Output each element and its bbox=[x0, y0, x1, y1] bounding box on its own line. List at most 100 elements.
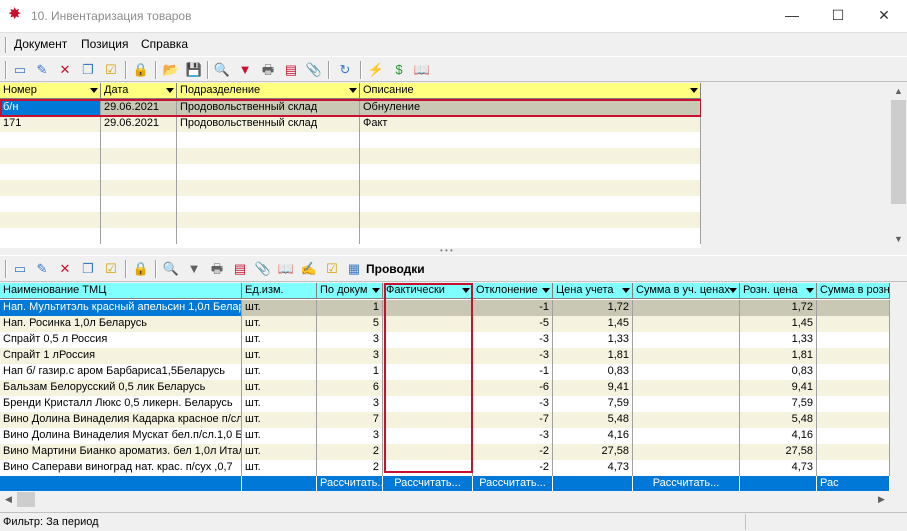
table-row[interactable]: 171 29.06.2021 Продовольственный склад Факт bbox=[0, 116, 701, 132]
menu-help[interactable]: Справка bbox=[141, 37, 188, 51]
copy-icon[interactable]: ❐ bbox=[79, 61, 97, 79]
delete-icon[interactable]: ✕ bbox=[56, 260, 74, 278]
column-header[interactable]: Отклонение bbox=[473, 283, 553, 299]
items-vscrollbar[interactable] bbox=[890, 283, 907, 491]
table-row[interactable]: Нап. Росинка 1,0л Беларусь шт. 5 -5 1,45 1,45 bbox=[0, 316, 890, 332]
edit-doc-icon[interactable]: ✍ bbox=[300, 260, 318, 278]
table-row[interactable]: Вино Саперави виноград нат. крас. п/сух … bbox=[0, 460, 890, 476]
column-header[interactable]: Розн. цена bbox=[740, 283, 817, 299]
scroll-up-icon[interactable]: ▲ bbox=[890, 83, 907, 100]
close-button[interactable]: ✕ bbox=[861, 0, 907, 32]
delete-icon[interactable]: ✕ bbox=[56, 61, 74, 79]
table-row[interactable]: Спрайт 1 лРоссия шт. 3 -3 1,81 1,81 bbox=[0, 348, 890, 364]
provodki-button[interactable]: Проводки bbox=[366, 262, 425, 276]
new-icon[interactable]: ▭ bbox=[11, 61, 29, 79]
dropdown-arrow-icon[interactable] bbox=[166, 88, 174, 93]
table-row[interactable]: Вино Мартини Бианко ароматиз. бел 1,0л И… bbox=[0, 444, 890, 460]
calculate-button[interactable]: Рассчитать... bbox=[317, 476, 383, 491]
calculate-button[interactable]: Рассчитать... bbox=[383, 476, 473, 491]
column-header[interactable]: Описание bbox=[360, 83, 701, 99]
book-icon[interactable]: 📖 bbox=[277, 260, 295, 278]
checklist-icon[interactable]: ☑ bbox=[102, 61, 120, 79]
maximize-button[interactable]: ☐ bbox=[815, 0, 861, 32]
table-row[interactable]: Вино Долина Винаделия Мускат бел.п/сл.1,… bbox=[0, 428, 890, 444]
splitter-grip[interactable]: • • • bbox=[440, 247, 470, 255]
lock-icon[interactable]: 🔒 bbox=[132, 260, 150, 278]
lightning-icon[interactable]: ⚡ bbox=[367, 61, 385, 79]
report-icon[interactable]: ▤ bbox=[282, 61, 300, 79]
print-icon[interactable]: 🖶 bbox=[208, 260, 226, 278]
save-icon[interactable]: 💾 bbox=[185, 61, 203, 79]
table-cell: Продовольственный склад bbox=[177, 116, 360, 132]
filter-icon[interactable]: ▼ bbox=[185, 260, 203, 278]
scroll-thumb[interactable] bbox=[891, 100, 906, 204]
dropdown-arrow-icon[interactable] bbox=[542, 288, 550, 293]
empty-row bbox=[0, 132, 701, 148]
menu-document[interactable]: Документ bbox=[14, 37, 67, 51]
documents-vscrollbar[interactable]: ▲ ▼ bbox=[890, 83, 907, 248]
table-row[interactable]: Нап б/ газир.с аром Барбариса1,5Беларусь… bbox=[0, 364, 890, 380]
open-icon[interactable]: 📂 bbox=[162, 61, 180, 79]
attach-icon[interactable]: 📎 bbox=[254, 260, 272, 278]
table-cell: шт. bbox=[242, 380, 317, 396]
column-header[interactable]: Ед.изм. bbox=[242, 283, 317, 299]
lock-icon[interactable]: 🔒 bbox=[132, 61, 150, 79]
column-header[interactable]: Фактически bbox=[383, 283, 473, 299]
dropdown-arrow-icon[interactable] bbox=[690, 88, 698, 93]
attach-icon[interactable]: 📎 bbox=[305, 61, 323, 79]
column-header[interactable]: Подразделение bbox=[177, 83, 360, 99]
menu-position[interactable]: Позиция bbox=[81, 37, 128, 51]
checklist-icon[interactable]: ☑ bbox=[102, 260, 120, 278]
toolbar-separator bbox=[125, 61, 127, 79]
new-icon[interactable]: ▭ bbox=[11, 260, 29, 278]
table-cell: 4,16 bbox=[553, 428, 633, 444]
minimize-button[interactable]: — bbox=[769, 0, 815, 32]
dropdown-arrow-icon[interactable] bbox=[462, 288, 470, 293]
column-header[interactable]: По докум bbox=[317, 283, 383, 299]
dropdown-arrow-icon[interactable] bbox=[622, 288, 630, 293]
dropdown-arrow-icon[interactable] bbox=[349, 88, 357, 93]
sign-icon[interactable]: ☑ bbox=[323, 260, 341, 278]
table-row[interactable]: Спрайт 0,5 л Россия шт. 3 -3 1,33 1,33 bbox=[0, 332, 890, 348]
scroll-right-icon[interactable]: ▶ bbox=[873, 491, 890, 508]
report-icon[interactable]: ▤ bbox=[231, 260, 249, 278]
edit-icon[interactable]: ✎ bbox=[33, 260, 51, 278]
table-row[interactable]: Нап. Мультитэль красный апельсин 1,0л Бе… bbox=[0, 300, 890, 316]
column-header[interactable]: Сумма в уч. ценах bbox=[633, 283, 740, 299]
find-icon[interactable]: 🔍 bbox=[162, 260, 180, 278]
print-icon[interactable]: 🖶 bbox=[259, 61, 277, 79]
dropdown-arrow-icon[interactable] bbox=[90, 88, 98, 93]
table-row[interactable]: Бренди Кристалл Люкс 0,5 ликерн. Беларус… bbox=[0, 396, 890, 412]
scroll-left-icon[interactable]: ◀ bbox=[0, 491, 17, 508]
table-row[interactable]: Вино Долина Винаделия Кадарка красное п/… bbox=[0, 412, 890, 428]
refresh-icon[interactable]: ↻ bbox=[336, 61, 354, 79]
dropdown-arrow-icon[interactable] bbox=[729, 288, 737, 293]
dropdown-arrow-icon[interactable] bbox=[372, 288, 380, 293]
scroll-down-icon[interactable]: ▼ bbox=[890, 231, 907, 248]
table-row[interactable]: Бальзам Белорусский 0,5 лик Беларусь шт. 6… bbox=[0, 380, 890, 396]
column-header[interactable]: Сумма в розн bbox=[817, 283, 890, 299]
book-icon[interactable]: 📖 bbox=[413, 61, 431, 79]
column-header[interactable]: Дата bbox=[101, 83, 177, 99]
filter-icon[interactable]: ▼ bbox=[236, 61, 254, 79]
calculate-button[interactable]: Рас bbox=[817, 476, 890, 491]
calculate-button[interactable]: Рассчитать... bbox=[633, 476, 740, 491]
find-icon[interactable]: 🔍 bbox=[213, 61, 231, 79]
column-header[interactable]: Номер bbox=[0, 83, 101, 99]
calculate-button[interactable]: Рассчитать... bbox=[473, 476, 553, 491]
toolbar-separator bbox=[360, 61, 362, 79]
table-cell bbox=[817, 316, 890, 332]
column-header[interactable]: Цена учета bbox=[553, 283, 633, 299]
money-icon[interactable]: $ bbox=[390, 61, 408, 79]
table-cell bbox=[817, 364, 890, 380]
column-header[interactable]: Наименование ТМЦ bbox=[0, 283, 242, 299]
hscroll-thumb[interactable] bbox=[17, 492, 35, 507]
items-hscrollbar[interactable]: ◀ ▶ bbox=[0, 491, 907, 508]
table-row[interactable]: б/н 29.06.2021 Продовольственный склад Обну… bbox=[0, 100, 701, 116]
table-cell: 9,41 bbox=[740, 380, 817, 396]
provodki-icon[interactable]: ▦ bbox=[345, 260, 363, 278]
dropdown-arrow-icon[interactable] bbox=[806, 288, 814, 293]
edit-icon[interactable]: ✎ bbox=[33, 61, 51, 79]
copy-icon[interactable]: ❐ bbox=[79, 260, 97, 278]
table-cell: 5 bbox=[317, 316, 383, 332]
